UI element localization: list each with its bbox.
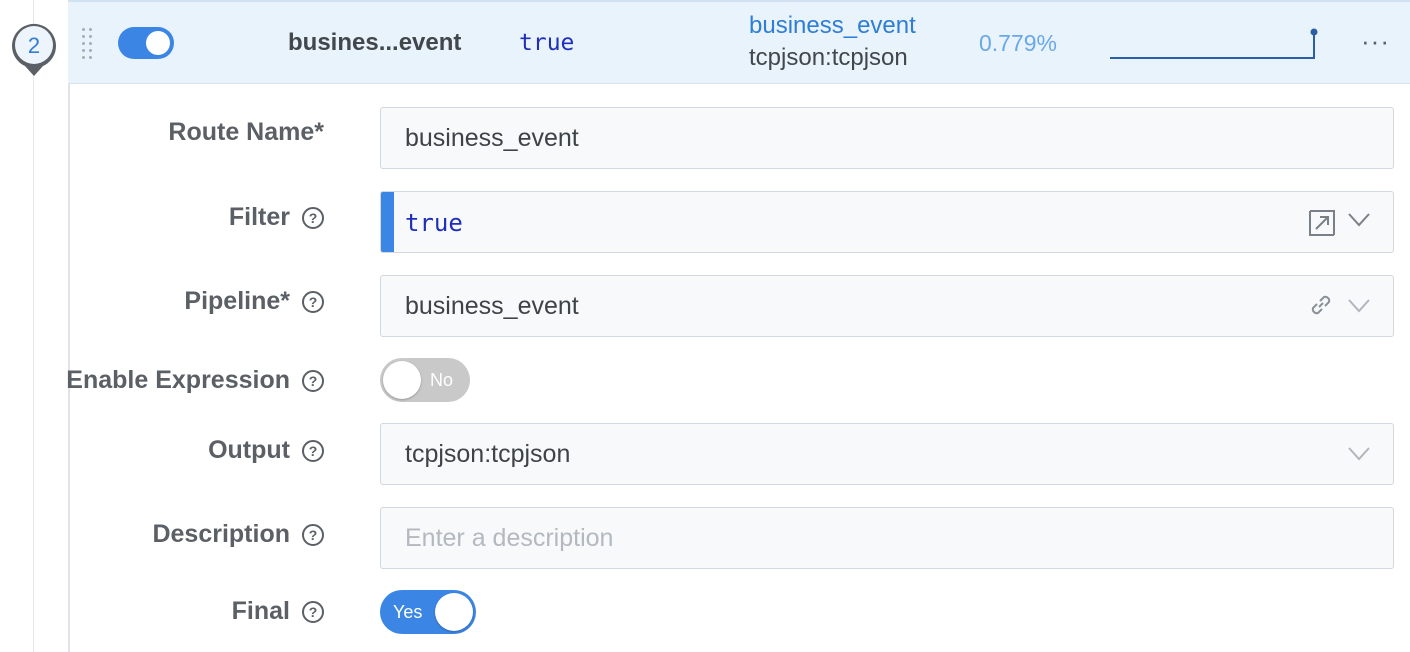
traffic-sparkline <box>1110 28 1318 59</box>
toggle-knob <box>146 31 170 55</box>
pipeline-help-icon[interactable]: ? <box>302 290 324 313</box>
route-enabled-toggle[interactable] <box>118 27 174 59</box>
output-select[interactable]: tcpjson:tcpjson <box>380 423 1394 485</box>
final-label: Final ? <box>232 597 324 626</box>
description-input[interactable]: Enter a description <box>380 507 1394 569</box>
link-icon[interactable] <box>1307 291 1335 319</box>
final-help-icon[interactable]: ? <box>302 600 324 623</box>
output-help-icon[interactable]: ? <box>302 439 324 462</box>
route-name-label: Route Name* <box>168 118 324 147</box>
sparkline-last-point <box>1310 28 1318 36</box>
pipeline-label: Pipeline* ? <box>184 287 324 316</box>
route-traffic-percentage: 0.779% <box>979 30 1058 56</box>
enable-expression-label: Enable Expression ? <box>66 366 324 395</box>
filter-chevron-down-icon[interactable] <box>1347 212 1371 228</box>
filter-help-icon[interactable]: ? <box>302 206 324 229</box>
route-index-badge: 2 <box>10 20 58 80</box>
description-label-text: Description <box>152 520 290 548</box>
output-label-text: Output <box>208 436 290 464</box>
route-index-number: 2 <box>28 33 40 58</box>
filter-value: true <box>405 209 463 237</box>
filter-expression-input[interactable]: true <box>380 191 1394 253</box>
expand-editor-icon[interactable] <box>1307 208 1337 238</box>
description-label: Description ? <box>152 520 324 549</box>
description-placeholder: Enter a description <box>405 524 614 552</box>
enable-expression-state: No <box>430 370 454 390</box>
description-help-icon[interactable]: ? <box>302 523 324 546</box>
route-rail-line <box>33 0 34 652</box>
more-options-icon[interactable]: ··· <box>1361 26 1390 57</box>
drag-handle-icon[interactable] <box>80 26 94 60</box>
output-label: Output ? <box>208 436 324 465</box>
enable-expression-help-icon[interactable]: ? <box>302 369 324 392</box>
toggle-knob <box>383 361 421 399</box>
route-name-summary: busines...event <box>288 29 462 56</box>
route-filter-summary: true <box>519 30 575 56</box>
output-chevron-down-icon[interactable] <box>1347 446 1371 462</box>
pipeline-value: business_event <box>405 292 579 320</box>
enable-expression-toggle[interactable]: No <box>380 358 470 402</box>
route-output-summary: tcpjson:tcpjson <box>749 44 908 71</box>
final-toggle[interactable]: Yes <box>380 590 476 634</box>
pipeline-chevron-down-icon[interactable] <box>1347 298 1371 314</box>
filter-focus-bar <box>381 192 394 252</box>
filter-label: Filter ? <box>229 203 324 232</box>
pipeline-label-text: Pipeline* <box>184 287 290 315</box>
sparkline-series <box>1110 32 1315 59</box>
toggle-knob <box>435 593 473 631</box>
filter-label-text: Filter <box>228 203 290 231</box>
enable-expression-label-text: Enable Expression <box>66 366 290 394</box>
final-label-text: Final <box>231 597 290 625</box>
route-name-input[interactable]: business_event <box>380 107 1394 169</box>
final-state: Yes <box>393 602 423 622</box>
route-name-value: business_event <box>405 124 579 152</box>
pipeline-select[interactable]: business_event <box>380 275 1394 337</box>
output-value: tcpjson:tcpjson <box>405 440 571 468</box>
route-name-label-text: Route Name* <box>168 118 324 146</box>
route-pipeline-link[interactable]: business_event <box>749 12 916 40</box>
